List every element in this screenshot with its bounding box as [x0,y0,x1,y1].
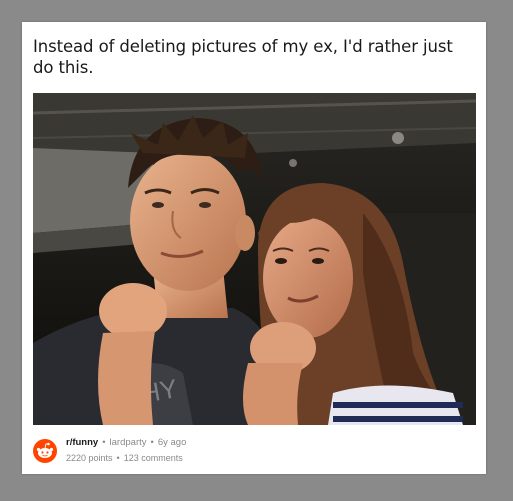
post-stats: 2220 points • 123 comments [66,453,183,463]
subreddit-link[interactable]: r/funny [66,437,98,448]
photo-illustration: HY [33,93,476,425]
author-link[interactable]: lardparty [110,437,147,448]
post-footer: r/funny • lardparty • 6y ago 2220 points • 123… [33,434,473,470]
post-card[interactable]: Instead of deleting pictures of my ex, I… [22,22,486,474]
post-meta: r/funny • lardparty • 6y ago [66,437,186,448]
separator: • [102,437,106,448]
post-image[interactable]: HY [33,93,476,425]
reddit-alien-icon[interactable] [33,439,57,463]
post-age: 6y ago [157,437,187,448]
separator: • [116,453,120,463]
post-title[interactable]: Instead of deleting pictures of my ex, I… [33,36,473,78]
points-count: 2220 points [66,453,113,463]
comments-link[interactable]: 123 comments [124,453,183,463]
separator: • [150,437,154,448]
